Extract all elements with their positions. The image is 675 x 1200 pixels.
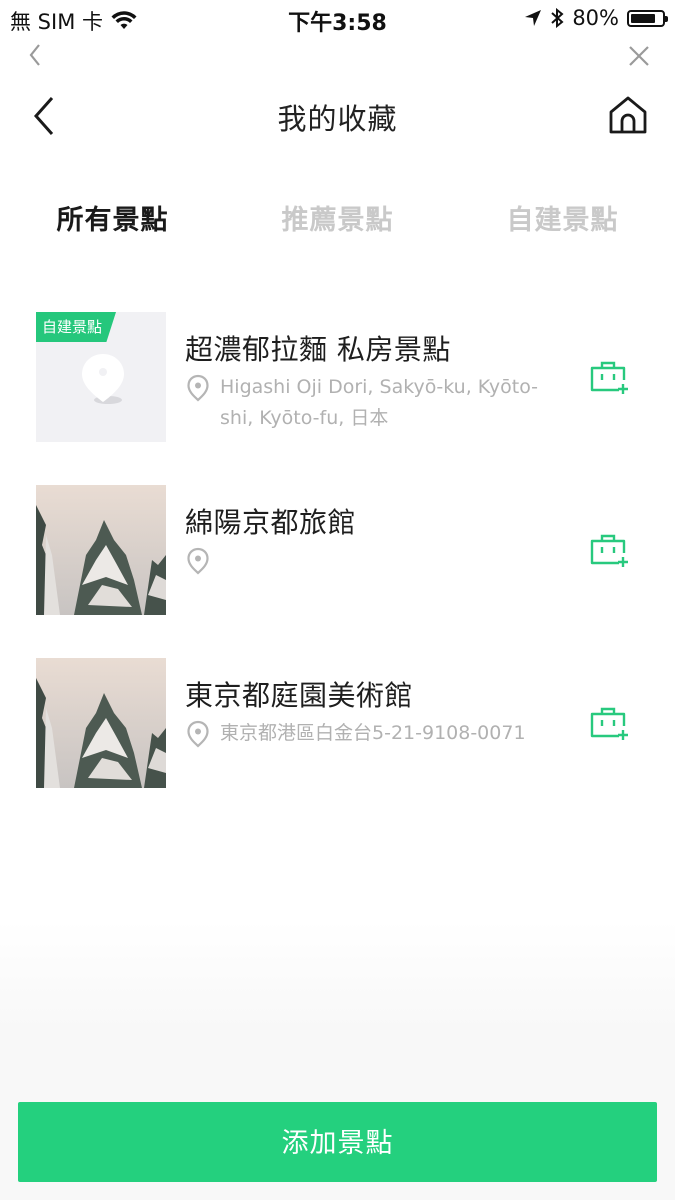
battery-level — [631, 13, 655, 23]
luggage-add-icon[interactable] — [588, 533, 630, 569]
status-bar: 無 SIM 卡 下午3:58 80% — [0, 0, 675, 38]
custom-spot-badge: 自建景點 — [36, 312, 117, 342]
tab-recommended-spots[interactable]: 推薦景點 — [225, 198, 450, 237]
spot-title: 超濃郁拉麵 私房景點 — [185, 333, 451, 366]
battery-icon — [627, 9, 668, 27]
list-item[interactable]: 東京都庭園美術館 東京都港區白金台5-21-9108-0071 — [0, 658, 675, 790]
battery-percent: 80% — [572, 6, 619, 30]
spot-thumbnail-placeholder: 自建景點 — [36, 312, 166, 442]
close-icon[interactable] — [625, 42, 653, 70]
list-item[interactable]: 自建景點 超濃郁拉麵 私房景點 Higashi Oji Dori, Sakyō-… — [0, 312, 675, 444]
chevron-left-icon[interactable] — [22, 40, 52, 70]
luggage-add-icon[interactable] — [588, 360, 630, 396]
page-header: 我的收藏 — [0, 80, 675, 150]
home-icon[interactable] — [607, 94, 649, 136]
location-pin-icon — [187, 547, 209, 575]
tab-bar: 所有景點 推薦景點 自建景點 — [0, 190, 675, 246]
location-pin-icon — [187, 374, 209, 402]
browser-bar — [0, 38, 675, 74]
tab-custom-spots[interactable]: 自建景點 — [450, 198, 675, 237]
page-title: 我的收藏 — [277, 102, 398, 136]
bluetooth-icon — [551, 8, 564, 28]
list-item[interactable]: 綿陽京都旅館 — [0, 485, 675, 617]
spot-title: 綿陽京都旅館 — [185, 506, 357, 539]
map-pin-icon — [82, 354, 124, 404]
tab-all-spots[interactable]: 所有景點 — [0, 198, 225, 237]
luggage-add-icon[interactable] — [588, 706, 630, 742]
location-pin-icon — [187, 720, 209, 748]
spot-address: 東京都港區白金台5-21-9108-0071 — [220, 722, 526, 744]
spot-thumbnail-photo — [36, 658, 166, 788]
location-arrow-icon — [525, 10, 542, 26]
add-spot-button[interactable]: 添加景點 — [18, 1102, 657, 1182]
spot-address: Higashi Oji Dori, Sakyō-ku, Kyōto-shi, K… — [220, 376, 539, 429]
spot-thumbnail-photo — [36, 485, 166, 615]
spot-title: 東京都庭園美術館 — [185, 679, 414, 712]
